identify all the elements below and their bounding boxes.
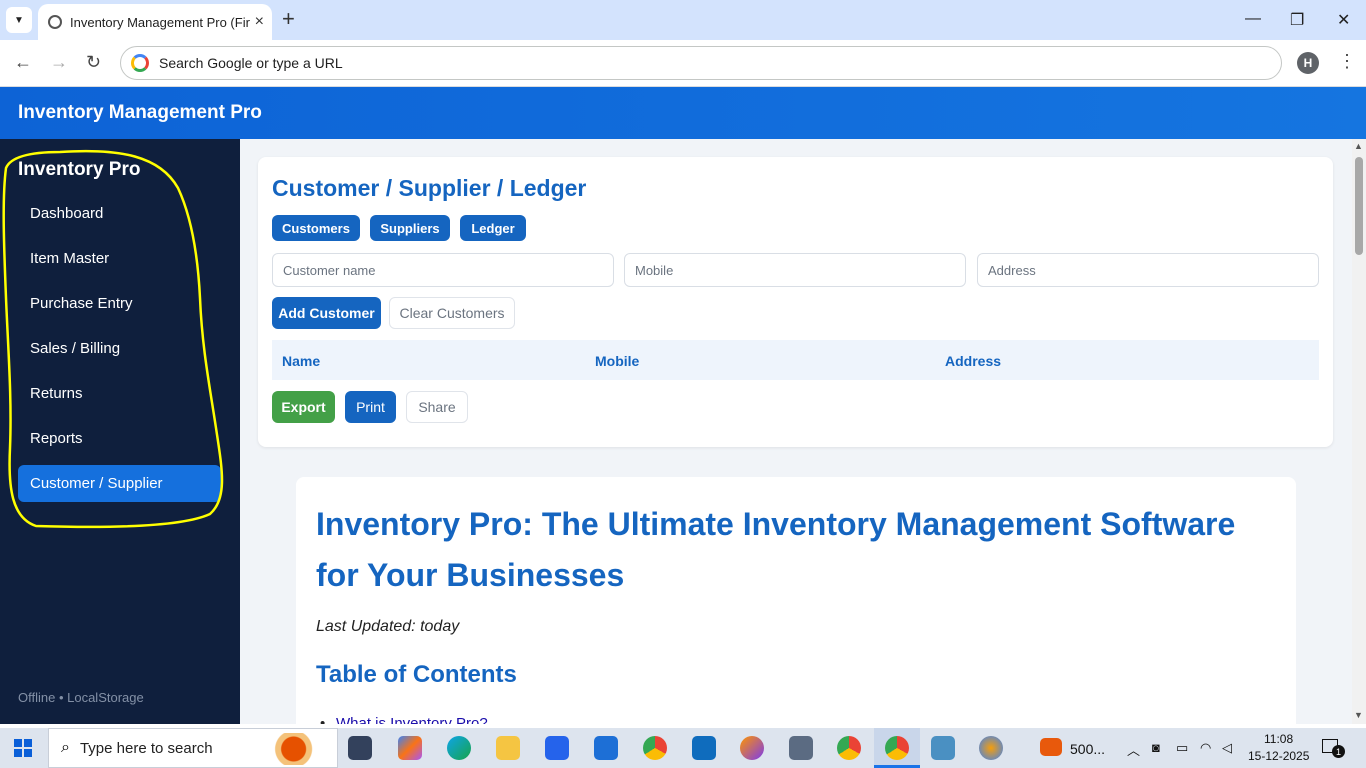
tab-ledger[interactable]: Ledger bbox=[460, 215, 526, 241]
scroll-down-icon[interactable]: ▼ bbox=[1354, 710, 1363, 720]
browser-tab[interactable]: Inventory Management Pro (Fir × bbox=[38, 4, 272, 40]
customers-table-header: Name Mobile Address bbox=[272, 340, 1319, 380]
globe-icon bbox=[48, 15, 62, 29]
wifi-icon[interactable]: ◠ bbox=[1200, 740, 1211, 756]
close-window-button[interactable]: ✕ bbox=[1337, 10, 1350, 30]
store-icon[interactable] bbox=[545, 736, 569, 760]
google-icon bbox=[131, 54, 149, 72]
clock-date[interactable]: 15-12-2025 bbox=[1248, 749, 1309, 763]
notification-icon[interactable]: 1 bbox=[1322, 737, 1345, 759]
search-highlight-icon bbox=[263, 733, 331, 765]
mobile-input[interactable]: Mobile bbox=[624, 253, 966, 287]
add-customer-button[interactable]: Add Customer bbox=[272, 297, 381, 329]
print-button[interactable]: Print bbox=[345, 391, 396, 423]
sidebar-item-reports[interactable]: Reports bbox=[18, 420, 221, 457]
notification-count: 1 bbox=[1332, 745, 1345, 758]
share-button[interactable]: Share bbox=[406, 391, 468, 423]
close-tab-icon[interactable]: × bbox=[255, 13, 264, 31]
article-updated: Last Updated: today bbox=[316, 618, 460, 635]
mail-icon[interactable] bbox=[594, 736, 618, 760]
column-name: Name bbox=[282, 353, 321, 369]
copilot-icon[interactable] bbox=[398, 736, 422, 760]
chrome-profile-h-icon[interactable] bbox=[885, 736, 909, 760]
profile-avatar[interactable]: H bbox=[1297, 52, 1319, 74]
sidebar-item-customer-supplier[interactable]: Customer / Supplier bbox=[18, 465, 221, 502]
chevron-up-icon[interactable]: ︿ bbox=[1127, 740, 1140, 759]
taskbar: ⌕ Type here to search 500... ︿ ◙ ▭ ◠ ◁ 1… bbox=[0, 728, 1366, 768]
reload-button[interactable]: ↻ bbox=[86, 52, 101, 73]
laptop-app-icon[interactable] bbox=[789, 736, 813, 760]
article-card: Inventory Pro: The Ultimate Inventory Ma… bbox=[296, 477, 1296, 724]
sidebar-item-sales-billing[interactable]: Sales / Billing bbox=[18, 330, 221, 367]
customer-name-input[interactable]: Customer name bbox=[272, 253, 614, 287]
main-content[interactable]: Customer / Supplier / Ledger Customers S… bbox=[240, 139, 1352, 724]
sidebar-item-item-master[interactable]: Item Master bbox=[18, 240, 221, 277]
page-scrollbar[interactable]: ▲ ▼ bbox=[1352, 139, 1366, 724]
minimize-button[interactable]: — bbox=[1245, 10, 1261, 28]
back-button[interactable]: ← bbox=[14, 52, 32, 73]
app-title: Inventory Management Pro bbox=[18, 102, 262, 123]
camera-app-icon[interactable] bbox=[692, 736, 716, 760]
taskbar-search-placeholder: Type here to search bbox=[79, 739, 213, 757]
volume-icon[interactable]: ◁ bbox=[1222, 740, 1232, 756]
address-input[interactable]: Address bbox=[977, 253, 1319, 287]
toc-link[interactable]: What is Inventory Pro? bbox=[336, 715, 488, 724]
taskbar-search[interactable]: ⌕ Type here to search bbox=[48, 728, 338, 768]
chrome-profile-r-icon[interactable] bbox=[837, 736, 861, 760]
browser-tab-bar: ▼ Inventory Management Pro (Fir × + — ❐ … bbox=[0, 0, 1366, 40]
edge-icon[interactable] bbox=[447, 736, 471, 760]
battery-icon[interactable]: ▭ bbox=[1176, 740, 1188, 756]
sidebar-item-purchase-entry[interactable]: Purchase Entry bbox=[18, 285, 221, 322]
active-taskbar-slot[interactable] bbox=[874, 728, 920, 768]
chrome-icon[interactable] bbox=[643, 736, 667, 760]
sidebar-item-dashboard[interactable]: Dashboard bbox=[18, 195, 221, 232]
toc-bullet: • bbox=[320, 715, 326, 724]
search-icon: ⌕ bbox=[61, 739, 70, 756]
tab-title: Inventory Management Pro (Fir bbox=[70, 14, 250, 30]
sidebar-status: Offline • LocalStorage bbox=[18, 690, 144, 705]
export-button[interactable]: Export bbox=[272, 391, 335, 423]
sidebar-item-returns[interactable]: Returns bbox=[18, 375, 221, 412]
browser-toolbar: ← → ↻ Search Google or type a URL H ⋮ bbox=[0, 40, 1366, 87]
restore-button[interactable]: ❐ bbox=[1290, 10, 1304, 30]
sidebar: Inventory Pro Dashboard Item Master Purc… bbox=[0, 139, 240, 724]
toc-heading: Table of Contents bbox=[316, 661, 517, 688]
clock-time[interactable]: 11:08 bbox=[1264, 732, 1293, 746]
article-title: Inventory Pro: The Ultimate Inventory Ma… bbox=[316, 506, 1236, 593]
windows-start-icon[interactable] bbox=[14, 739, 32, 757]
column-mobile: Mobile bbox=[595, 353, 640, 369]
page-title: Customer / Supplier / Ledger bbox=[272, 175, 587, 201]
browser-menu-icon[interactable]: ⋮ bbox=[1338, 51, 1356, 72]
firefox-icon[interactable] bbox=[740, 736, 764, 760]
task-view-icon[interactable] bbox=[348, 736, 372, 760]
market-app-icon[interactable] bbox=[1040, 738, 1062, 756]
meet-icon[interactable]: ◙ bbox=[1152, 740, 1160, 755]
market-app-label: 500... bbox=[1070, 741, 1106, 757]
tab-search-button[interactable]: ▼ bbox=[6, 7, 32, 33]
paint-icon[interactable] bbox=[979, 736, 1003, 760]
column-address: Address bbox=[945, 353, 1002, 369]
sidebar-brand: Inventory Pro bbox=[18, 159, 141, 180]
scroll-thumb[interactable] bbox=[1355, 157, 1363, 255]
tab-customers[interactable]: Customers bbox=[272, 215, 360, 241]
app-header: Inventory Management Pro bbox=[0, 87, 1366, 139]
forward-button[interactable]: → bbox=[50, 52, 68, 73]
address-bar[interactable]: Search Google or type a URL bbox=[120, 46, 1282, 80]
notes-app-icon[interactable] bbox=[931, 736, 955, 760]
clear-customers-button[interactable]: Clear Customers bbox=[389, 297, 515, 329]
chevron-down-icon: ▼ bbox=[14, 14, 24, 26]
scroll-up-icon[interactable]: ▲ bbox=[1354, 141, 1363, 151]
new-tab-button[interactable]: + bbox=[282, 8, 295, 30]
ledger-card: Customer / Supplier / Ledger Customers S… bbox=[258, 157, 1333, 447]
file-explorer-icon[interactable] bbox=[496, 736, 520, 760]
tab-suppliers[interactable]: Suppliers bbox=[370, 215, 450, 241]
address-bar-placeholder: Search Google or type a URL bbox=[159, 55, 343, 71]
